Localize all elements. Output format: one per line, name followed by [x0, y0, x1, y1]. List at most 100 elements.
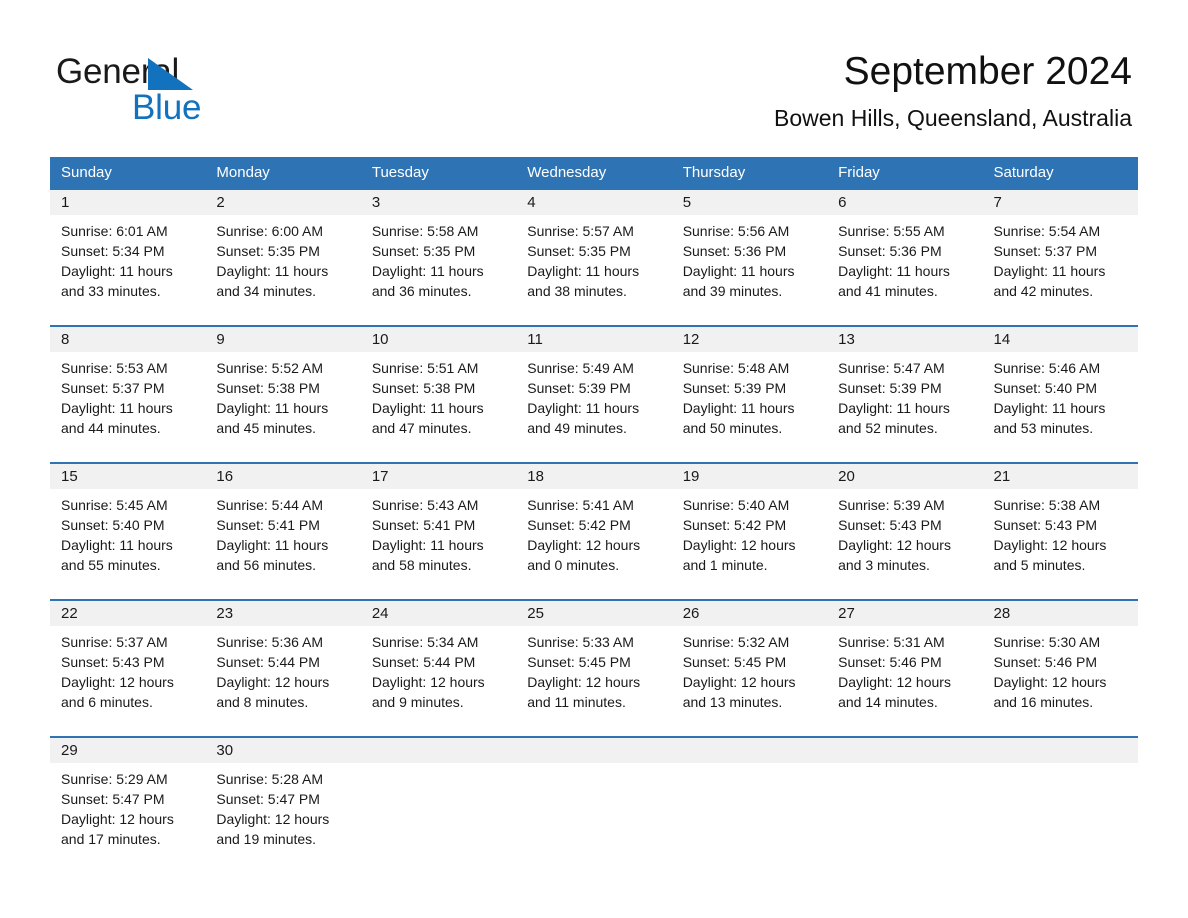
sunset-text: Sunset: 5:46 PM [993, 654, 1098, 670]
sunset-text: Sunset: 5:44 PM [371, 654, 476, 670]
day-number[interactable]: 23 [205, 601, 360, 626]
daylight-text: Daylight: 12 hours and 5 minutes. [993, 537, 1107, 573]
page-header: General Blue September 2024 Bowen Hills,… [0, 0, 1188, 150]
day-cell[interactable]: Sunrise: 5:39 AM Sunset: 5:43 PM Dayligh… [827, 495, 982, 599]
week-body: Sunrise: 5:45 AM Sunset: 5:40 PM Dayligh… [50, 489, 1138, 599]
sunset-text: Sunset: 5:38 PM [371, 380, 476, 396]
day-number[interactable]: 13 [827, 327, 982, 352]
sunrise-text: Sunrise: 5:30 AM [993, 634, 1101, 650]
day-cell[interactable]: Sunrise: 5:58 AM Sunset: 5:35 PM Dayligh… [361, 221, 516, 325]
sunrise-text: Sunrise: 5:36 AM [216, 634, 324, 650]
sunrise-text: Sunrise: 5:44 AM [216, 497, 324, 513]
daylight-text: Daylight: 12 hours and 11 minutes. [527, 674, 641, 710]
day-number[interactable]: 6 [827, 190, 982, 215]
day-cell[interactable]: Sunrise: 5:51 AM Sunset: 5:38 PM Dayligh… [361, 358, 516, 462]
daylight-text: Daylight: 11 hours and 45 minutes. [216, 400, 329, 436]
day-cell[interactable]: Sunrise: 5:29 AM Sunset: 5:47 PM Dayligh… [50, 769, 205, 875]
sunrise-text: Sunrise: 5:53 AM [61, 360, 168, 376]
calendar-week-row: 1 2 3 4 5 6 7 Sunrise: 6:01 AM Sunset: 5… [50, 188, 1138, 325]
sunset-text: Sunset: 5:34 PM [61, 243, 165, 259]
daylight-text: Daylight: 12 hours and 9 minutes. [371, 674, 485, 710]
day-cell[interactable]: Sunrise: 5:37 AM Sunset: 5:43 PM Dayligh… [50, 632, 205, 736]
day-cell[interactable]: Sunrise: 5:52 AM Sunset: 5:38 PM Dayligh… [205, 358, 360, 462]
day-number[interactable]: 17 [361, 464, 516, 489]
day-number[interactable]: 4 [516, 190, 671, 215]
day-cell[interactable]: Sunrise: 5:43 AM Sunset: 5:41 PM Dayligh… [361, 495, 516, 599]
day-number[interactable]: 8 [50, 327, 205, 352]
day-number[interactable]: 26 [672, 601, 827, 626]
day-number-empty [516, 738, 671, 763]
weekday-header-tuesday: Tuesday [371, 164, 429, 181]
day-cell-empty [672, 769, 827, 875]
day-number[interactable]: 14 [983, 327, 1138, 352]
day-cell[interactable]: Sunrise: 5:47 AM Sunset: 5:39 PM Dayligh… [827, 358, 982, 462]
day-number[interactable]: 19 [672, 464, 827, 489]
day-cell[interactable]: Sunrise: 5:33 AM Sunset: 5:45 PM Dayligh… [516, 632, 671, 736]
calendar-week-row: 15 16 17 18 19 20 21 Sunrise: 5:45 AM Su… [50, 462, 1138, 599]
day-number[interactable]: 7 [983, 190, 1138, 215]
day-number[interactable]: 28 [983, 601, 1138, 626]
day-cell[interactable]: Sunrise: 5:38 AM Sunset: 5:43 PM Dayligh… [983, 495, 1138, 599]
day-cell[interactable]: Sunrise: 5:46 AM Sunset: 5:40 PM Dayligh… [983, 358, 1138, 462]
day-number[interactable]: 10 [361, 327, 516, 352]
day-number[interactable]: 30 [205, 738, 360, 763]
day-number[interactable]: 12 [672, 327, 827, 352]
day-cell[interactable]: Sunrise: 5:44 AM Sunset: 5:41 PM Dayligh… [205, 495, 360, 599]
day-cell[interactable]: Sunrise: 5:40 AM Sunset: 5:42 PM Dayligh… [672, 495, 827, 599]
logo-top-row: General [56, 52, 326, 92]
day-number[interactable]: 24 [361, 601, 516, 626]
day-cell[interactable]: Sunrise: 6:01 AM Sunset: 5:34 PM Dayligh… [50, 221, 205, 325]
day-number[interactable]: 1 [50, 190, 205, 215]
day-cell[interactable]: Sunrise: 5:45 AM Sunset: 5:40 PM Dayligh… [50, 495, 205, 599]
sunrise-text: Sunrise: 5:58 AM [371, 223, 479, 239]
day-cell[interactable]: Sunrise: 5:55 AM Sunset: 5:36 PM Dayligh… [827, 221, 982, 325]
day-cell[interactable]: Sunrise: 6:00 AM Sunset: 5:35 PM Dayligh… [205, 221, 360, 325]
day-cell[interactable]: Sunrise: 5:32 AM Sunset: 5:45 PM Dayligh… [672, 632, 827, 736]
day-number[interactable]: 20 [827, 464, 982, 489]
day-cell[interactable]: Sunrise: 5:56 AM Sunset: 5:36 PM Dayligh… [672, 221, 827, 325]
day-number[interactable]: 2 [205, 190, 360, 215]
day-number[interactable]: 9 [205, 327, 360, 352]
sunrise-text: Sunrise: 5:39 AM [838, 497, 945, 513]
weekday-header-monday: Monday [216, 164, 270, 181]
sunset-text: Sunset: 5:42 PM [527, 517, 631, 533]
daylight-text: Daylight: 11 hours and 42 minutes. [993, 263, 1106, 299]
sunset-text: Sunset: 5:35 PM [527, 243, 631, 259]
day-cell[interactable]: Sunrise: 5:57 AM Sunset: 5:35 PM Dayligh… [516, 221, 671, 325]
week-body: Sunrise: 5:37 AM Sunset: 5:43 PM Dayligh… [50, 626, 1138, 736]
day-cell[interactable]: Sunrise: 5:36 AM Sunset: 5:44 PM Dayligh… [205, 632, 360, 736]
sunset-text: Sunset: 5:40 PM [61, 517, 165, 533]
daylight-text: Daylight: 12 hours and 6 minutes. [61, 674, 174, 710]
day-cell[interactable]: Sunrise: 5:48 AM Sunset: 5:39 PM Dayligh… [672, 358, 827, 462]
day-cell[interactable]: Sunrise: 5:53 AM Sunset: 5:37 PM Dayligh… [50, 358, 205, 462]
day-number[interactable]: 5 [672, 190, 827, 215]
day-cell[interactable]: Sunrise: 5:28 AM Sunset: 5:47 PM Dayligh… [205, 769, 360, 875]
day-number[interactable]: 3 [361, 190, 516, 215]
week-date-bar: 22 23 24 25 26 27 28 [50, 601, 1138, 626]
day-number[interactable]: 25 [516, 601, 671, 626]
sunrise-text: Sunrise: 5:41 AM [527, 497, 634, 513]
day-cell[interactable]: Sunrise: 5:49 AM Sunset: 5:39 PM Dayligh… [516, 358, 671, 462]
day-number[interactable]: 27 [827, 601, 982, 626]
day-number[interactable]: 16 [205, 464, 360, 489]
day-number[interactable]: 15 [50, 464, 205, 489]
day-cell[interactable]: Sunrise: 5:34 AM Sunset: 5:44 PM Dayligh… [361, 632, 516, 736]
day-number[interactable]: 29 [50, 738, 205, 763]
sunrise-text: Sunrise: 5:54 AM [993, 223, 1101, 239]
sunset-text: Sunset: 5:39 PM [527, 380, 631, 396]
day-cell[interactable]: Sunrise: 5:54 AM Sunset: 5:37 PM Dayligh… [983, 221, 1138, 325]
day-number[interactable]: 21 [983, 464, 1138, 489]
day-number[interactable]: 22 [50, 601, 205, 626]
week-body: Sunrise: 6:01 AM Sunset: 5:34 PM Dayligh… [50, 215, 1138, 325]
day-cell[interactable]: Sunrise: 5:30 AM Sunset: 5:46 PM Dayligh… [983, 632, 1138, 736]
day-number[interactable]: 18 [516, 464, 671, 489]
day-number[interactable]: 11 [516, 327, 671, 352]
day-cell[interactable]: Sunrise: 5:31 AM Sunset: 5:46 PM Dayligh… [827, 632, 982, 736]
daylight-text: Daylight: 11 hours and 56 minutes. [216, 537, 329, 573]
daylight-text: Daylight: 11 hours and 41 minutes. [838, 263, 950, 299]
sunrise-text: Sunrise: 5:34 AM [371, 634, 479, 650]
daylight-text: Daylight: 12 hours and 14 minutes. [838, 674, 951, 710]
weekday-header-saturday: Saturday [993, 164, 1054, 181]
title-block: September 2024 Bowen Hills, Queensland, … [774, 48, 1132, 134]
day-cell[interactable]: Sunrise: 5:41 AM Sunset: 5:42 PM Dayligh… [516, 495, 671, 599]
